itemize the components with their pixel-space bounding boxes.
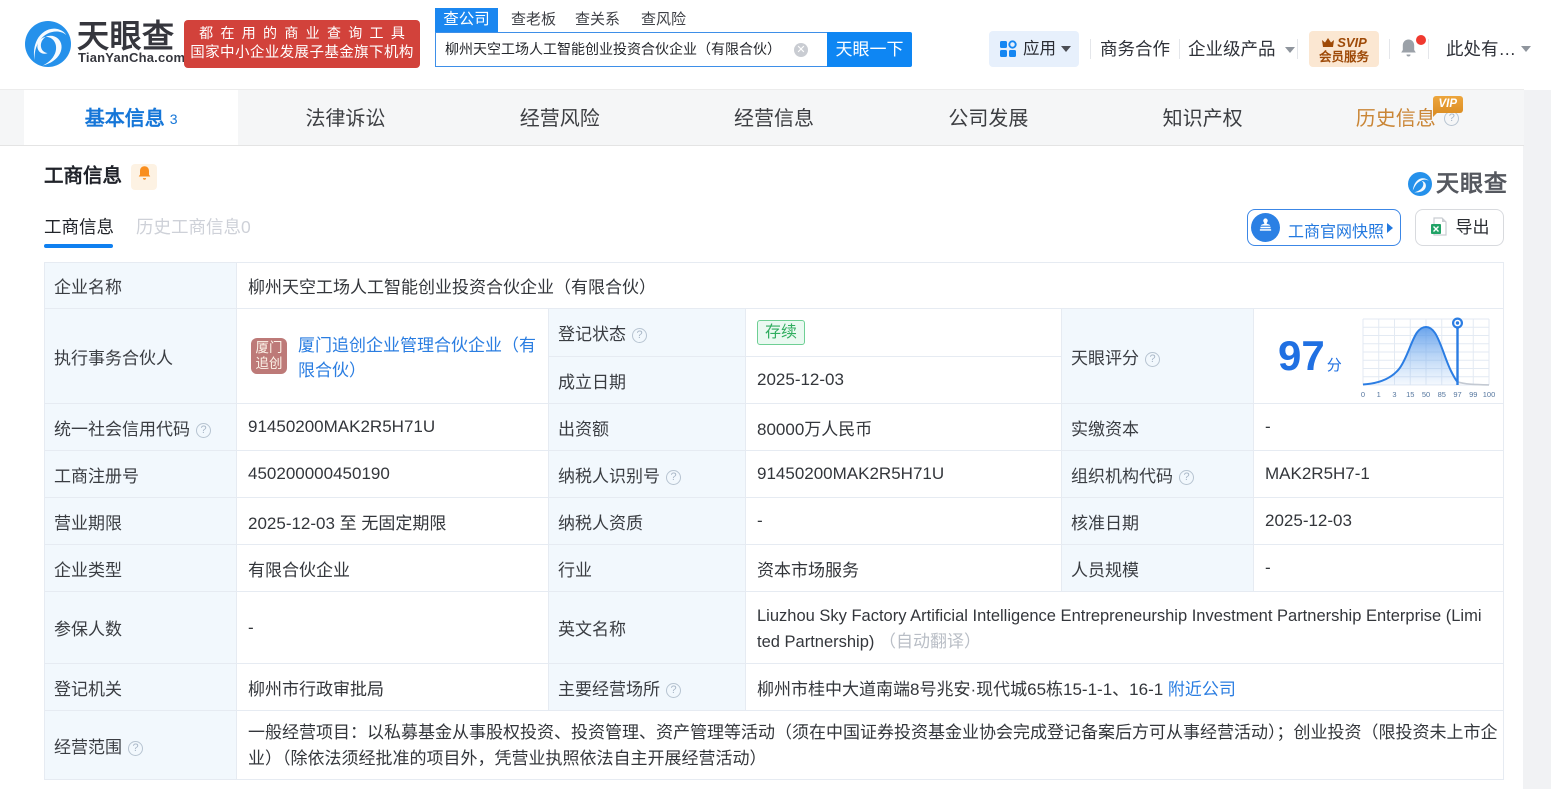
svg-text:50: 50 [1422, 390, 1430, 399]
svg-text:85: 85 [1437, 390, 1445, 399]
svg-text:100: 100 [1482, 390, 1495, 399]
svg-text:97: 97 [1453, 390, 1461, 399]
svg-text:15: 15 [1406, 390, 1414, 399]
svg-text:0: 0 [1361, 390, 1365, 399]
svg-text:99: 99 [1469, 390, 1477, 399]
svg-text:1: 1 [1376, 390, 1380, 399]
svg-text:3: 3 [1392, 390, 1396, 399]
